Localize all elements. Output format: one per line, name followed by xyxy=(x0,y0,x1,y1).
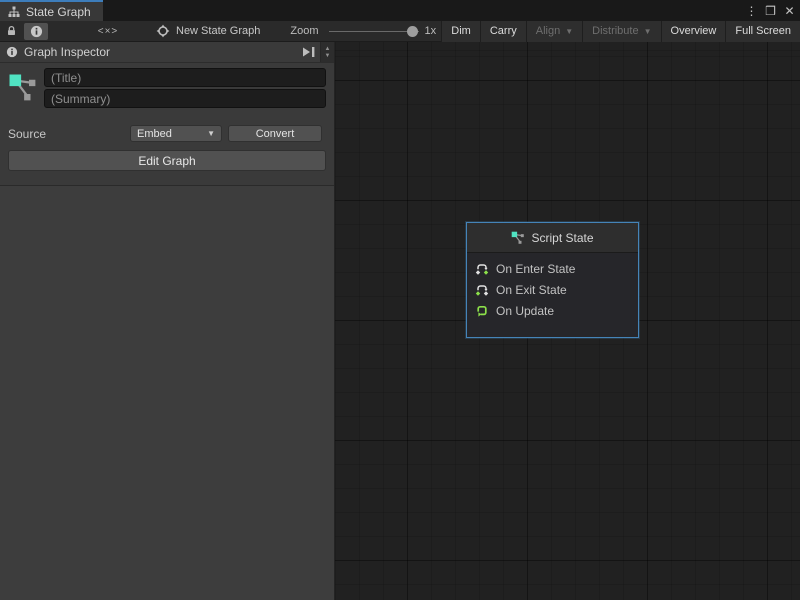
lock-button[interactable] xyxy=(0,21,22,42)
event-on-update[interactable]: On Update xyxy=(467,300,638,321)
inspector-toggle-button[interactable] xyxy=(24,23,48,40)
code-view-button[interactable]: <×> xyxy=(88,21,128,42)
title-bar: State Graph ⋮ ❒ ✕ xyxy=(0,0,800,21)
toolbar: <×> New State Graph Zoom 1x Dim Carry xyxy=(0,21,800,42)
hierarchy-icon xyxy=(8,6,20,18)
event-on-enter-state[interactable]: On Enter State xyxy=(467,258,638,279)
zoom-slider-track xyxy=(329,31,419,32)
scroll-up-icon[interactable]: ▲ xyxy=(325,46,331,52)
carry-button[interactable]: Carry xyxy=(480,21,526,42)
inspector-content: Source Embed ▼ Convert Edit Graph xyxy=(0,63,334,185)
distribute-button[interactable]: Distribute ▼ xyxy=(582,21,660,42)
align-button[interactable]: Align ▼ xyxy=(526,21,582,42)
chevron-down-icon: ▼ xyxy=(644,27,652,36)
title-field[interactable] xyxy=(44,68,326,87)
summary-field[interactable] xyxy=(44,89,326,108)
update-loop-icon xyxy=(475,304,489,318)
graph-canvas[interactable]: Script State On Enter State xyxy=(335,42,800,600)
frame-graph-icon xyxy=(156,24,170,38)
main-area: Graph Inspector ▲ ▼ xyxy=(0,42,800,600)
lock-icon xyxy=(6,25,17,37)
script-state-node[interactable]: Script State On Enter State xyxy=(466,222,639,338)
dock-inspector-button[interactable] xyxy=(297,42,320,62)
state-graph-icon xyxy=(511,231,525,245)
source-dropdown-value: Embed xyxy=(137,128,172,140)
close-icon[interactable]: ✕ xyxy=(781,0,798,21)
source-label: Source xyxy=(8,127,130,141)
exit-state-icon xyxy=(475,283,489,297)
tab-state-graph[interactable]: State Graph xyxy=(0,0,103,21)
chevron-down-icon: ▼ xyxy=(207,129,215,138)
zoom-value: 1x xyxy=(425,25,437,37)
maximize-icon[interactable]: ❒ xyxy=(762,0,779,21)
tab-title: State Graph xyxy=(26,5,91,19)
more-icon[interactable]: ⋮ xyxy=(743,0,760,21)
inspector-header: Graph Inspector ▲ ▼ xyxy=(0,42,334,63)
code-icon: <×> xyxy=(98,26,119,37)
inspector-scrollbar[interactable]: ▲ ▼ xyxy=(320,42,334,62)
overview-button[interactable]: Overview xyxy=(661,21,726,42)
info-icon xyxy=(30,25,43,38)
full-screen-button[interactable]: Full Screen xyxy=(725,21,800,42)
source-dropdown[interactable]: Embed ▼ xyxy=(130,125,222,142)
enter-state-icon xyxy=(475,262,489,276)
inspector-title: Graph Inspector xyxy=(24,45,110,59)
convert-button[interactable]: Convert xyxy=(228,125,322,142)
new-state-graph-button[interactable]: New State Graph xyxy=(156,24,260,38)
inspector-empty-area xyxy=(0,185,334,600)
node-title: Script State xyxy=(531,231,593,245)
zoom-control: Zoom 1x xyxy=(290,21,436,42)
state-graph-window: State Graph ⋮ ❒ ✕ <×> xyxy=(0,0,800,600)
graph-inspector-panel: Graph Inspector ▲ ▼ xyxy=(0,42,335,600)
scroll-down-icon[interactable]: ▼ xyxy=(325,53,331,59)
toolbar-right-group: Dim Carry Align ▼ Distribute ▼ Overview … xyxy=(441,21,800,42)
edit-graph-button[interactable]: Edit Graph xyxy=(8,150,326,171)
event-on-exit-state[interactable]: On Exit State xyxy=(467,279,638,300)
new-state-graph-label: New State Graph xyxy=(176,25,260,37)
node-header[interactable]: Script State xyxy=(467,223,638,253)
info-icon xyxy=(6,46,18,58)
expand-right-icon xyxy=(301,46,316,58)
chevron-down-icon: ▼ xyxy=(565,27,573,36)
zoom-slider-handle[interactable] xyxy=(407,26,418,37)
state-graph-asset-icon xyxy=(8,72,38,104)
zoom-label: Zoom xyxy=(290,25,318,37)
window-controls: ⋮ ❒ ✕ xyxy=(743,0,798,21)
dim-button[interactable]: Dim xyxy=(441,21,480,42)
zoom-slider[interactable] xyxy=(329,21,419,42)
